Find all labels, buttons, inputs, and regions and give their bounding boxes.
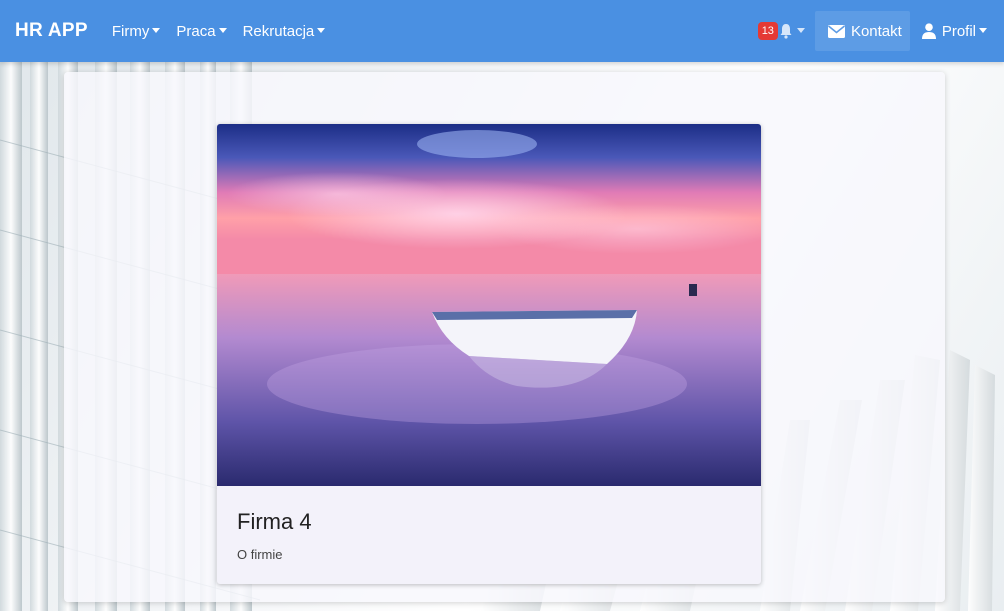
caret-down-icon bbox=[152, 27, 161, 33]
company-card-image bbox=[217, 124, 761, 486]
menu-praca[interactable]: Praca bbox=[176, 22, 227, 40]
menu-firmy[interactable]: Firmy bbox=[112, 23, 161, 40]
caret-down-icon bbox=[796, 27, 805, 33]
card-text: O firmie bbox=[237, 547, 283, 562]
card-title: Firma 4 bbox=[237, 509, 312, 534]
company-card[interactable]: Firma 4 O firmie bbox=[217, 124, 761, 584]
envelope-icon bbox=[827, 24, 845, 38]
profile-label: Profil bbox=[941, 22, 976, 40]
contact-label: Kontakt bbox=[850, 22, 902, 40]
menu-praca-label: Praca bbox=[176, 22, 216, 40]
caret-down-icon bbox=[218, 27, 227, 33]
navbar-right: 13 Kontakt Profil bbox=[757, 0, 1004, 62]
caret-down-icon bbox=[979, 27, 987, 33]
menu-firmy-label: Firmy bbox=[111, 22, 150, 40]
brand-logo[interactable]: HR APP bbox=[15, 20, 88, 42]
caret-down-icon bbox=[317, 27, 326, 33]
contact-link[interactable]: Kontakt bbox=[814, 11, 910, 51]
menu-rekrutacja[interactable]: Rekrutacja bbox=[243, 23, 326, 40]
menu-rekrutacja-label: Rekrutacja bbox=[242, 22, 315, 40]
navbar: HR APP Firmy Praca Rekrutacja 13 Kontakt bbox=[0, 0, 1004, 62]
bell-icon bbox=[780, 24, 792, 39]
notifications-dropdown[interactable]: 13 bbox=[757, 22, 805, 40]
profile-dropdown[interactable]: Profil bbox=[921, 22, 987, 40]
user-icon bbox=[921, 23, 936, 39]
notification-count-badge: 13 bbox=[757, 22, 778, 40]
